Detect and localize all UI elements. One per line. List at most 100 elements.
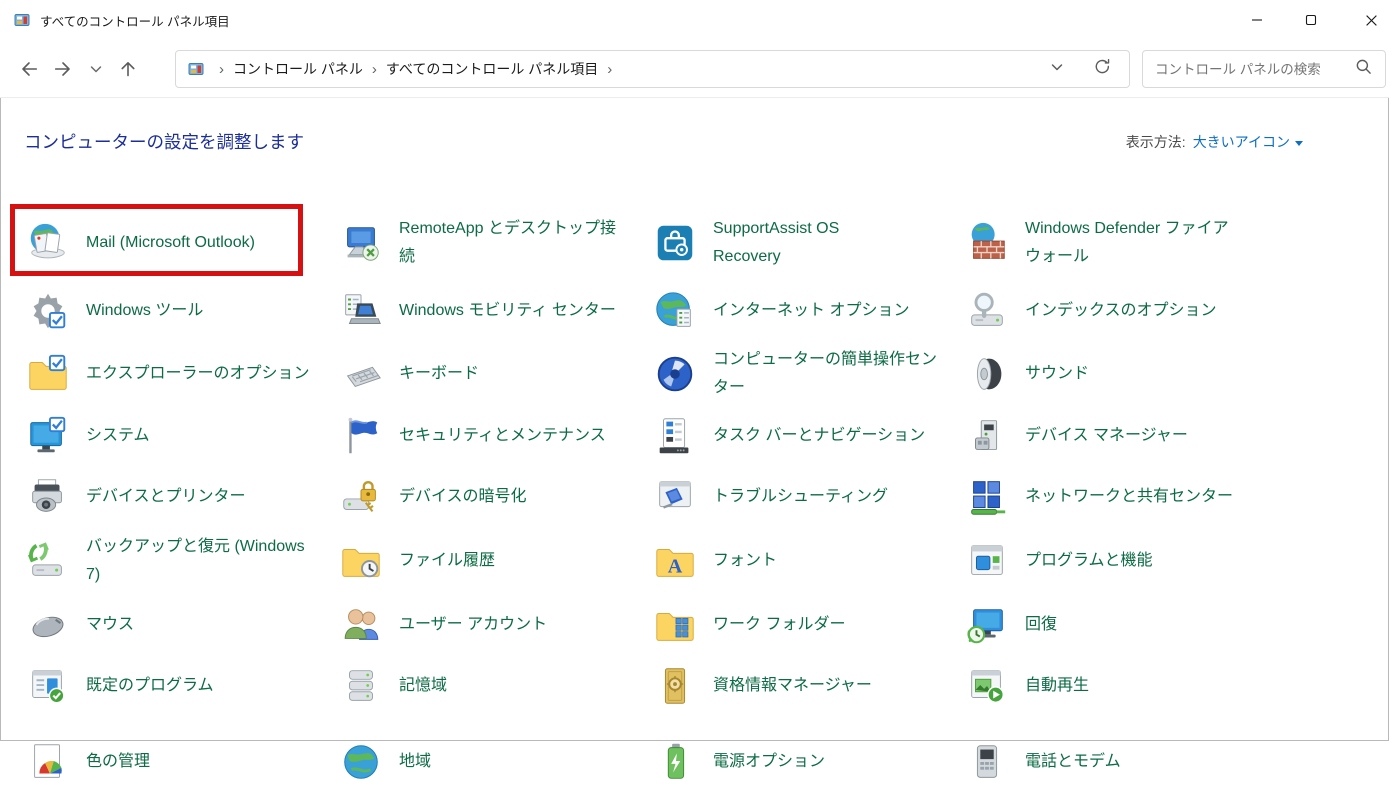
control-panel-item[interactable]: インデックスのオプション [963, 280, 1353, 342]
search-icon[interactable] [1355, 58, 1373, 80]
item-label: エクスプローラーのオプション [86, 360, 310, 388]
item-label: 既定のプログラム [86, 672, 214, 700]
mobility-center-icon [337, 287, 385, 335]
firewall-icon [963, 219, 1011, 267]
up-button[interactable] [110, 51, 146, 87]
maximize-button[interactable] [1296, 0, 1326, 40]
item-label: 電源オプション [713, 748, 825, 776]
region-icon [337, 738, 385, 786]
refresh-icon[interactable] [1094, 58, 1111, 80]
address-dropdown-chevron-icon[interactable] [1050, 60, 1064, 79]
dropdown-caret-icon [1295, 141, 1303, 146]
control-panel-item[interactable]: デバイス マネージャー [963, 405, 1353, 466]
control-panel-item[interactable]: バックアップと復元 (Windows 7) [24, 527, 337, 594]
programs-features-icon [963, 537, 1011, 585]
control-panel-item[interactable]: 資格情報マネージャー [651, 655, 963, 717]
breadcrumb-separator: › [210, 61, 233, 78]
control-panel-item[interactable]: サウンド [963, 342, 1353, 405]
control-panel-item[interactable]: トラブルシューティング [651, 466, 963, 527]
minimize-button[interactable] [1242, 0, 1272, 40]
control-panel-item[interactable]: デバイスの暗号化 [337, 466, 651, 527]
devices-printers-icon [24, 473, 72, 521]
control-panel-item[interactable]: ファイル履歴 [337, 527, 651, 594]
item-label: Windows モビリティ センター [399, 297, 616, 325]
item-label: サウンド [1025, 360, 1089, 388]
svg-text:A: A [668, 555, 683, 577]
explorer-options-icon [24, 350, 72, 398]
power-options-icon [651, 738, 699, 786]
mouse-icon [24, 601, 72, 649]
device-encryption-icon [337, 473, 385, 521]
item-label: RemoteApp とデスクトップ接 続 [399, 215, 616, 271]
item-label: 回復 [1025, 611, 1057, 639]
user-accounts-icon [337, 601, 385, 649]
search-input[interactable] [1155, 62, 1355, 77]
internet-options-icon [651, 287, 699, 335]
window-title: すべてのコントロール パネル項目 [40, 11, 230, 30]
control-panel-item[interactable]: 既定のプログラム [24, 655, 337, 717]
control-panel-item[interactable]: ネットワークと共有センター [963, 466, 1353, 527]
control-panel-icon [188, 61, 204, 77]
control-panel-item[interactable]: RemoteApp とデスクトップ接 続 [337, 206, 651, 280]
control-panel-item[interactable]: プログラムと機能 [963, 527, 1353, 594]
item-label: ファイル履歴 [399, 547, 495, 575]
work-folders-icon [651, 601, 699, 649]
credential-manager-icon [651, 662, 699, 710]
item-label: デバイスの暗号化 [399, 483, 527, 511]
control-panel-item[interactable]: SupportAssist OS Recovery [651, 206, 963, 280]
control-panel-item[interactable]: 色の管理 [24, 717, 337, 807]
item-label: フォント [713, 547, 777, 575]
control-panel-item[interactable]: 回復 [963, 594, 1353, 655]
back-button[interactable] [10, 51, 46, 87]
control-panel-item[interactable]: コンピューターの簡単操作セン ター [651, 342, 963, 405]
control-panel-item[interactable]: ユーザー アカウント [337, 594, 651, 655]
breadcrumb-separator: › [598, 61, 621, 78]
view-by-value: 大きいアイコン [1193, 132, 1290, 152]
control-panel-item[interactable]: 地域 [337, 717, 651, 807]
control-panel-item[interactable]: ワーク フォルダー [651, 594, 963, 655]
view-by-dropdown[interactable]: 大きいアイコン [1193, 132, 1303, 152]
item-label: 色の管理 [86, 748, 150, 776]
address-bar[interactable]: › コントロール パネル › すべてのコントロール パネル項目 › [175, 50, 1130, 88]
windows-tools-icon [24, 287, 72, 335]
mail-icon [24, 219, 72, 267]
search-box [1142, 50, 1386, 88]
control-panel-item[interactable]: セキュリティとメンテナンス [337, 405, 651, 466]
control-panel-item[interactable]: Windows モビリティ センター [337, 280, 651, 342]
breadcrumb-item-all-items[interactable]: すべてのコントロール パネル項目 [386, 59, 598, 79]
control-panel-item[interactable]: システム [24, 405, 337, 466]
view-by-label: 表示方法: [1126, 132, 1186, 152]
item-label: デバイスとプリンター [86, 483, 246, 511]
storage-spaces-icon [337, 662, 385, 710]
sound-icon [963, 350, 1011, 398]
ease-of-access-icon [651, 350, 699, 398]
control-panel-item[interactable]: デバイスとプリンター [24, 466, 337, 527]
recent-locations-chevron-icon[interactable] [82, 51, 110, 87]
item-label: SupportAssist OS Recovery [713, 215, 839, 271]
recovery-icon [963, 601, 1011, 649]
control-panel-item[interactable]: Mail (Microsoft Outlook) [24, 206, 337, 280]
control-panel-item[interactable]: Windows Defender ファイア ウォール [963, 206, 1353, 280]
network-sharing-icon [963, 473, 1011, 521]
breadcrumb-item-control-panel[interactable]: コントロール パネル [233, 59, 363, 79]
control-panel-item[interactable]: 電話とモデム [963, 717, 1353, 807]
control-panel-item[interactable]: マウス [24, 594, 337, 655]
control-panel-item[interactable]: キーボード [337, 342, 651, 405]
item-label: ユーザー アカウント [399, 611, 547, 639]
security-maintenance-icon [337, 412, 385, 460]
close-button[interactable] [1356, 0, 1386, 40]
control-panel-item[interactable]: エクスプローラーのオプション [24, 342, 337, 405]
control-panel-item[interactable]: Windows ツール [24, 280, 337, 342]
control-panel-item[interactable]: 自動再生 [963, 655, 1353, 717]
item-label: キーボード [399, 360, 479, 388]
control-panel-item[interactable]: インターネット オプション [651, 280, 963, 342]
control-panel-item[interactable]: A フォント [651, 527, 963, 594]
control-panel-item[interactable]: 電源オプション [651, 717, 963, 807]
item-label: Windows ツール [86, 297, 203, 325]
color-management-icon [24, 738, 72, 786]
item-label: Mail (Microsoft Outlook) [86, 229, 255, 257]
control-panel-item[interactable]: 記憶域 [337, 655, 651, 717]
phone-modem-icon [963, 738, 1011, 786]
control-panel-item[interactable]: タスク バーとナビゲーション [651, 405, 963, 466]
forward-button[interactable] [46, 51, 82, 87]
